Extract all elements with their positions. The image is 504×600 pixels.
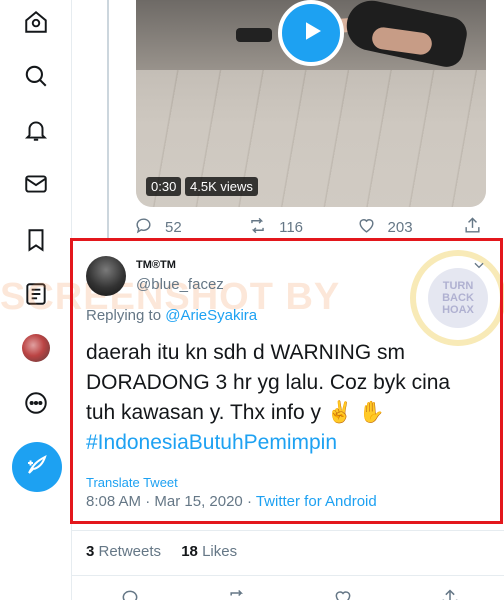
video-frame-object <box>236 28 272 42</box>
likes-label: Likes <box>197 543 238 560</box>
video-views: 4.5K views <box>185 177 258 196</box>
play-icon <box>296 16 326 51</box>
tweet-line-1: daerah itu kn sdh d WARNING sm <box>86 341 405 364</box>
meta-separator-2: · <box>242 493 256 510</box>
tweet-author-handle[interactable]: @blue_facez <box>136 276 224 293</box>
more-icon[interactable] <box>22 389 50 417</box>
tweet-time[interactable]: 8:08 AM <box>86 493 141 510</box>
home-icon[interactable] <box>22 8 50 36</box>
profile-avatar[interactable] <box>22 334 50 362</box>
chevron-down-icon[interactable] <box>472 258 486 272</box>
hashtag-link[interactable]: #IndonesiaButuhPemimpin <box>86 428 486 458</box>
heart-icon <box>357 216 388 239</box>
tweet-source-link[interactable]: Twitter for Android <box>256 493 377 510</box>
reply-icon[interactable] <box>120 588 140 600</box>
tweet-author-name[interactable]: TM®TM <box>136 259 176 271</box>
parent-tweet-actions: 52 116 203 <box>134 216 494 238</box>
replying-to-link[interactable]: @ArieSyakira <box>165 307 257 324</box>
share-icon <box>463 216 494 239</box>
video-duration: 0:30 <box>146 177 182 196</box>
feather-compose-icon <box>25 453 49 482</box>
explore-icon[interactable] <box>22 62 50 90</box>
tweet-text: daerah itu kn sdh d WARNING sm DORADONG … <box>86 338 486 458</box>
play-button[interactable] <box>278 0 344 66</box>
tweet-date[interactable]: Mar 15, 2020 <box>154 493 242 510</box>
retweet-icon <box>248 216 279 239</box>
retweets-label: Retweets <box>94 543 162 560</box>
meta-separator: · <box>141 493 155 510</box>
video-player[interactable]: 0:30 4.5K views <box>136 0 486 207</box>
compose-tweet-button[interactable] <box>12 442 62 492</box>
messages-icon[interactable] <box>22 170 50 198</box>
reply-count: 52 <box>165 218 182 236</box>
bookmarks-icon[interactable] <box>22 226 50 254</box>
thread-connector-line <box>107 0 109 238</box>
like-count: 203 <box>387 218 413 236</box>
share-button[interactable] <box>463 216 494 239</box>
replying-to-label: Replying to <box>86 307 162 324</box>
tweet-author-avatar[interactable] <box>86 256 126 296</box>
notifications-icon[interactable] <box>22 116 50 144</box>
reply-button[interactable]: 52 <box>134 216 248 239</box>
heart-icon[interactable] <box>333 588 353 600</box>
tweet-meta: 8:08 AM · Mar 15, 2020 · Twitter for And… <box>86 493 377 510</box>
translate-tweet-link[interactable]: Translate Tweet <box>86 475 178 490</box>
replying-to: Replying to @ArieSyakira <box>86 307 257 324</box>
retweet-button[interactable]: 116 <box>248 216 356 239</box>
tweet-actions <box>120 588 460 600</box>
retweets-stat[interactable]: 3 Retweets <box>86 543 161 560</box>
divider <box>72 575 504 576</box>
retweet-count: 116 <box>279 218 304 236</box>
share-icon[interactable] <box>440 588 460 600</box>
likes-count: 18 <box>181 543 198 560</box>
likes-stat[interactable]: 18 Likes <box>181 543 237 560</box>
divider <box>72 530 504 531</box>
reply-icon <box>134 216 165 239</box>
tweet-line-3: tuh kawasan y. Thx info y ✌️ ✋ <box>86 401 385 424</box>
retweet-icon[interactable] <box>227 588 247 600</box>
like-button[interactable]: 203 <box>357 216 464 239</box>
tweet-line-2: DORADONG 3 hr yg lalu. Coz byk cina <box>86 371 451 394</box>
tweet-stats: 3 Retweets 18 Likes <box>86 543 253 560</box>
